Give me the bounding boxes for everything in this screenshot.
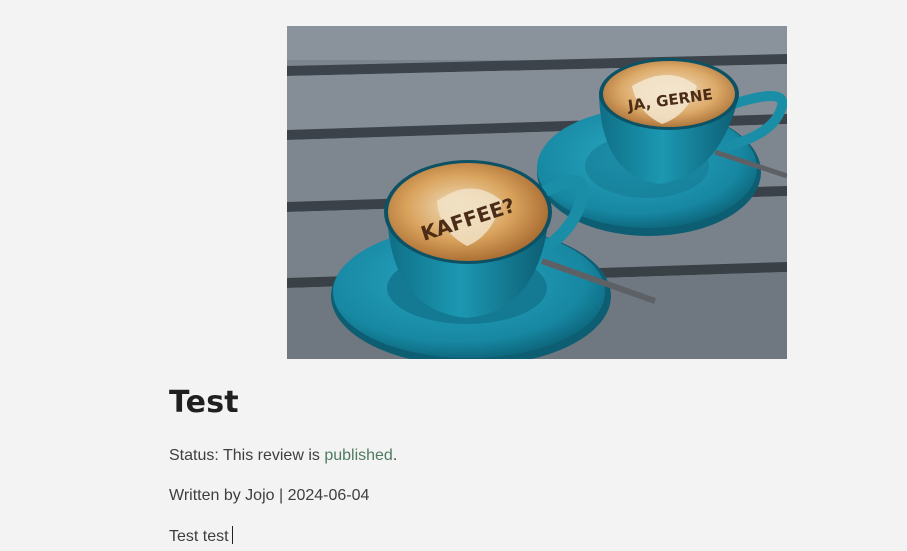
review-page: JA, GERNE KAFFEE? Test Status: This revi… (0, 0, 907, 551)
review-cover-image: JA, GERNE KAFFEE? (287, 26, 787, 359)
review-body-editor[interactable]: Test test (169, 526, 789, 547)
status-suffix: . (392, 447, 398, 464)
review-status: Status: This review is published. (169, 446, 789, 466)
status-value: published (324, 447, 393, 464)
review-body-text[interactable]: Test test (169, 528, 229, 545)
status-prefix: Status: This review is (169, 447, 325, 464)
review-byline: Written by Jojo | 2024-06-04 (169, 487, 370, 504)
review-title: Test (169, 385, 239, 420)
text-cursor (231, 526, 233, 544)
review-content: Test Status: This review is published. W… (169, 384, 789, 547)
